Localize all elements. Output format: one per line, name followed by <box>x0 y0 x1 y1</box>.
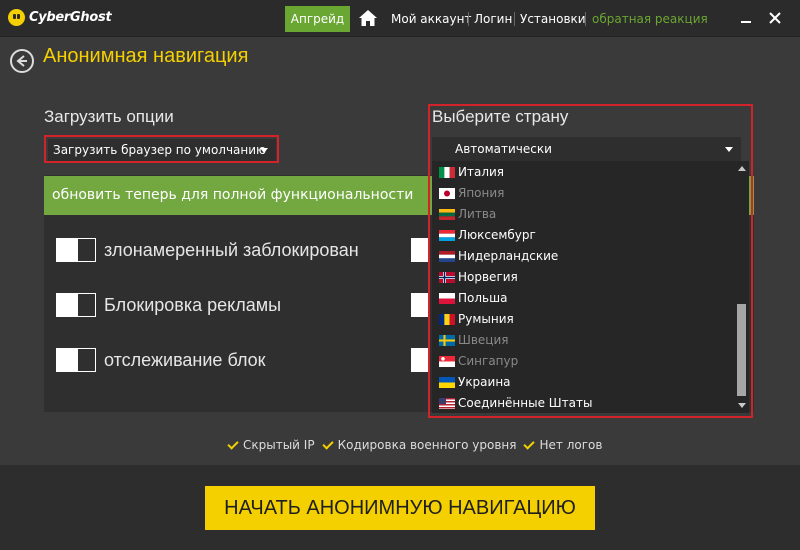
feature-item: Скрытый IP <box>243 438 315 452</box>
flag-ro-icon <box>439 314 455 325</box>
flag-se-icon <box>439 335 455 346</box>
page-title: Анонимная навигация <box>43 45 249 67</box>
nav-feedback[interactable]: обратная реакция <box>592 12 708 26</box>
country-option-label: Швеция <box>458 333 509 347</box>
nav-separator <box>514 12 515 26</box>
nav-my-account[interactable]: Мой аккаунт <box>391 12 471 26</box>
feature-item: Нет логов <box>539 438 603 452</box>
country-option-se[interactable]: Швеция <box>432 330 732 351</box>
close-icon[interactable] <box>768 11 782 25</box>
upgrade-button[interactable]: Апгрейд <box>285 6 350 32</box>
chevron-down-icon <box>260 148 268 153</box>
nav-settings[interactable]: Установки <box>520 12 586 26</box>
check-icon <box>523 437 536 450</box>
nav-login[interactable]: Логин <box>474 12 512 26</box>
ghost-icon <box>8 9 25 26</box>
flag-nl-icon <box>439 251 455 262</box>
scroll-down-arrow-icon[interactable] <box>738 403 746 408</box>
country-option-label: Италия <box>458 165 505 179</box>
check-icon <box>227 437 239 450</box>
country-option-sg[interactable]: Сингапур <box>432 351 732 372</box>
country-option-label: Нидерландские <box>458 249 559 263</box>
country-option-label: Сингапур <box>458 354 519 368</box>
country-option-label: Соединённые Штаты <box>458 396 593 410</box>
toggle-stub[interactable] <box>411 293 429 317</box>
toggle-ad-block[interactable] <box>56 293 96 317</box>
dropdown-scrollbar[interactable] <box>735 161 749 413</box>
scroll-thumb[interactable] <box>737 304 746 396</box>
features-list: Скрытый IP Кодировка военного уровня Нет… <box>226 437 608 452</box>
scroll-up-arrow-icon[interactable] <box>738 166 746 171</box>
toggle-stub[interactable] <box>411 348 429 372</box>
app-logo: CyberGhost <box>8 9 112 26</box>
country-option-ro[interactable]: Румыния <box>432 309 732 330</box>
load-options-label: Загрузить опции <box>44 107 174 126</box>
start-anonymous-browsing-button[interactable]: НАЧАТЬ АНОНИМНУЮ НАВИГАЦИЮ <box>205 486 595 530</box>
country-option-label: Япония <box>458 186 505 200</box>
toggle-stub[interactable] <box>411 238 429 262</box>
browser-select-value: Загрузить браузер по умолчанию <box>53 143 267 157</box>
country-option-nl[interactable]: Нидерландские <box>432 246 732 267</box>
country-option-no[interactable]: Норвегия <box>432 267 732 288</box>
home-icon[interactable] <box>358 9 378 27</box>
toggle-malicious-block[interactable] <box>56 238 96 262</box>
nav-separator <box>468 12 469 26</box>
title-bar: CyberGhost Апгрейд Мой аккаунт Логин Уст… <box>0 0 800 37</box>
toggle-label: отслеживание блок <box>104 350 266 370</box>
country-option-it[interactable]: Италия <box>432 162 732 183</box>
country-option-label: Литва <box>458 207 497 221</box>
flag-lt-icon <box>439 209 455 220</box>
flag-ua-icon <box>439 377 455 388</box>
flag-us-icon <box>439 398 455 409</box>
country-option-jp[interactable]: Япония <box>432 183 732 204</box>
country-option-label: Украина <box>458 375 511 389</box>
flag-sg-icon <box>439 356 455 367</box>
flag-no-icon <box>439 272 455 283</box>
country-option-label: Норвегия <box>458 270 518 284</box>
toggle-tracking-block[interactable] <box>56 348 96 372</box>
feature-item: Кодировка военного уровня <box>337 438 517 452</box>
country-option-lt[interactable]: Литва <box>432 204 732 225</box>
country-option-us[interactable]: Соединённые Штаты <box>432 393 732 413</box>
upgrade-banner-text: обновить теперь для полной функционально… <box>52 187 414 203</box>
back-button[interactable] <box>10 49 34 73</box>
country-select[interactable]: Автоматически <box>432 137 741 161</box>
browser-select[interactable]: Загрузить браузер по умолчанию <box>48 139 276 161</box>
flag-jp-icon <box>439 188 455 199</box>
country-dropdown-list: Италия Япония Литва Люксембург Нидерландские… <box>432 161 749 413</box>
country-select-value: Автоматически <box>455 142 552 156</box>
country-option-pl[interactable]: Польша <box>432 288 732 309</box>
country-option-label: Польша <box>458 291 508 305</box>
country-option-ua[interactable]: Украина <box>432 372 732 393</box>
minimize-icon[interactable] <box>739 11 753 25</box>
country-option-label: Люксембург <box>458 228 536 242</box>
flag-lu-icon <box>439 230 455 241</box>
flag-it-icon <box>439 167 455 178</box>
nav-separator <box>585 12 586 26</box>
flag-pl-icon <box>439 293 455 304</box>
country-option-lu[interactable]: Люксембург <box>432 225 732 246</box>
country-option-label: Румыния <box>458 312 514 326</box>
check-icon <box>321 437 334 450</box>
chevron-down-icon <box>725 147 733 152</box>
brand-name: CyberGhost <box>29 10 112 25</box>
select-country-label: Выберите страну <box>432 107 569 126</box>
toggle-label: злонамеренный заблокирован <box>104 240 359 260</box>
toggle-label: Блокировка рекламы <box>104 295 282 315</box>
